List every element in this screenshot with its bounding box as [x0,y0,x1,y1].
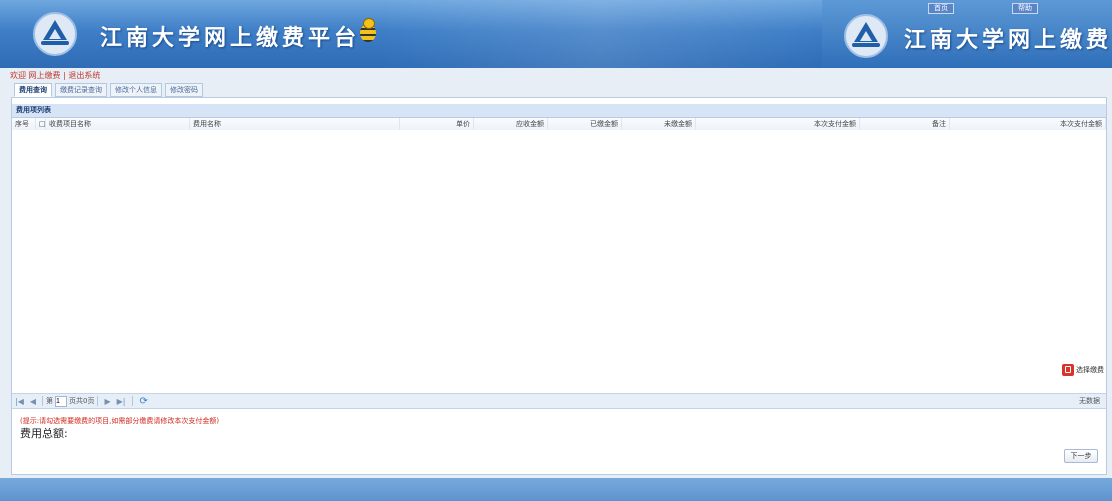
fee-total-label: 费用总额: [20,427,68,440]
tab-edit-profile[interactable]: 修改个人信息 [110,83,162,97]
banner-highlight [380,0,820,68]
col-remark: 备注 [860,118,950,130]
panel-title: 费用项列表 [12,104,1106,118]
university-logo [33,12,77,56]
tab-change-password[interactable]: 修改密码 [165,83,203,97]
prev-page-icon[interactable]: ◀ [30,397,36,406]
pagination-bar: |◀ ◀ 第 页共0页 ▶ ▶| ⟳ 无数据 [12,393,1106,409]
bee-mascot-icon [358,18,378,44]
footer-bar [0,478,1112,501]
first-page-icon[interactable]: |◀ [15,397,24,406]
pager-status: 无数据 [1079,397,1100,405]
refresh-icon[interactable]: ⟳ [140,396,148,407]
next-page-icon[interactable]: ▶ [104,397,110,406]
page-of-label: 页共0页 [69,397,95,405]
page-label: 第 [46,397,54,405]
header-banner: 江南大学网上缴费平台 首页 帮助 江南大学网上缴费 [0,0,1112,68]
col-unit-price: 单价 [400,118,474,130]
tab-payment-records[interactable]: 缴费记录查询 [55,83,107,97]
payment-icon [1062,364,1074,376]
header-right-panel: 首页 帮助 江南大学网上缴费 [822,0,1112,68]
platform-title-right: 江南大学网上缴费 [904,28,1112,53]
col-receivable: 应收金额 [474,118,548,130]
col-item-name: 收费项目名称 [46,118,190,130]
platform-title: 江南大学网上缴费平台 [100,26,361,51]
col-payment-amount-2: 本次支付金额 [950,118,1106,130]
col-index: 序号 [12,118,36,130]
col-fee-name: 费用名称 [190,118,400,130]
tab-fee-query[interactable]: 费用查询 [14,83,52,97]
university-logo-right [844,14,888,58]
page-number-input[interactable] [55,395,68,407]
col-unpaid: 未缴金额 [622,118,696,130]
last-page-icon[interactable]: ▶| [117,397,126,406]
fee-table-body [12,130,1106,383]
fee-list-panel: 费用项列表 序号 □ 收费项目名称 费用名称 单价 应收金额 已缴金额 未缴金额… [11,97,1107,475]
help-link[interactable]: 帮助 [1012,3,1038,14]
user-nav-line[interactable]: 欢迎 网上缴费 | 退出系统 [10,70,100,81]
home-link[interactable]: 首页 [928,3,954,14]
col-paid: 已缴金额 [548,118,622,130]
next-step-button[interactable]: 下一步 [1064,449,1098,463]
tab-bar: 费用查询 缴费记录查询 修改个人信息 修改密码 [14,83,206,97]
col-payment-amount: 本次支付金额 [696,118,860,130]
select-payment-button[interactable]: 选择缴费 [1062,364,1104,376]
select-all-checkbox[interactable]: □ [36,118,46,130]
